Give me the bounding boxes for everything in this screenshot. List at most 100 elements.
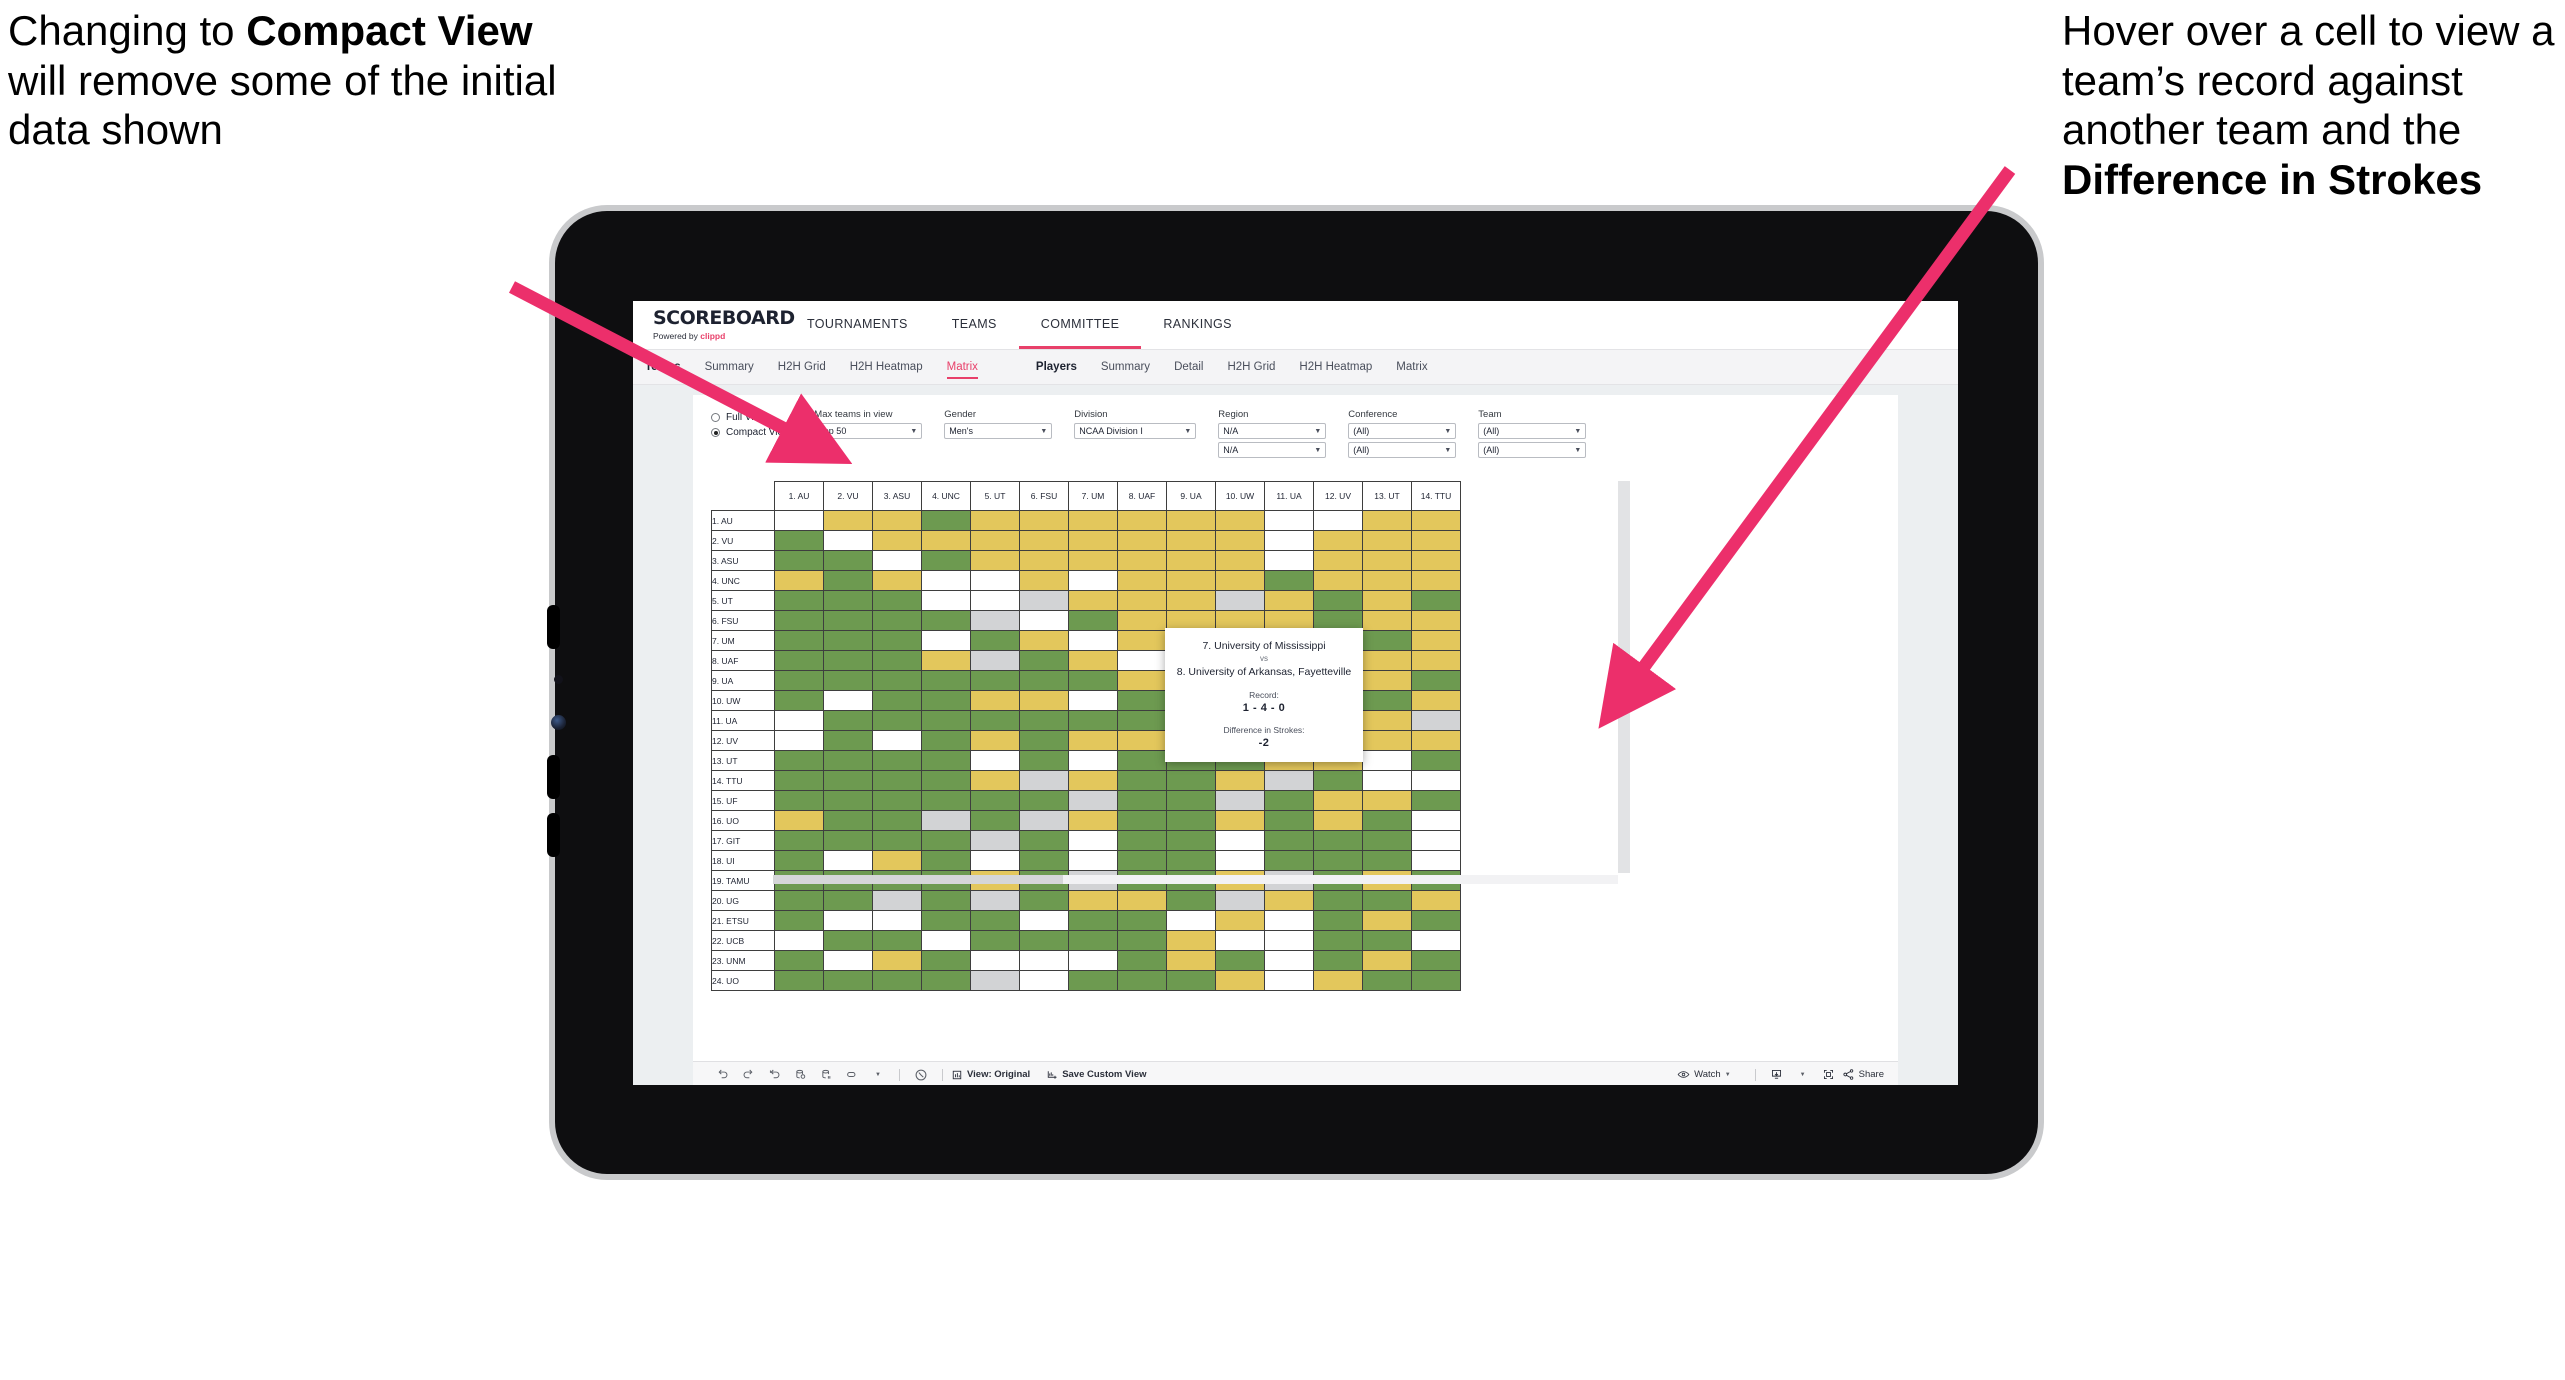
matrix-cell[interactable] <box>1411 810 1461 831</box>
matrix-cell[interactable] <box>774 950 824 971</box>
pause-data-icon[interactable] <box>813 1062 839 1086</box>
matrix-cell[interactable] <box>1362 730 1412 751</box>
matrix-cell[interactable] <box>1117 710 1167 731</box>
matrix-cell[interactable] <box>1264 850 1314 871</box>
matrix-cell[interactable] <box>970 810 1020 831</box>
matrix-cell[interactable] <box>1019 530 1069 551</box>
matrix-cell[interactable] <box>823 930 873 951</box>
matrix-cell[interactable] <box>1411 690 1461 711</box>
matrix-cell[interactable] <box>1215 510 1265 531</box>
matrix-cell[interactable] <box>1264 910 1314 931</box>
matrix-cell[interactable] <box>1264 790 1314 811</box>
matrix-cell[interactable] <box>1215 950 1265 971</box>
matrix-cell[interactable] <box>1313 890 1363 911</box>
matrix-cell[interactable] <box>1411 770 1461 791</box>
subnav-players-summary[interactable]: Summary <box>1089 350 1162 384</box>
matrix-cell[interactable] <box>921 670 971 691</box>
matrix-cell[interactable] <box>970 770 1020 791</box>
matrix-cell[interactable] <box>1068 790 1118 811</box>
matrix-cell[interactable] <box>921 650 971 671</box>
share-button[interactable]: Share <box>1842 1068 1884 1081</box>
matrix-cell[interactable] <box>774 610 824 631</box>
matrix-cell[interactable] <box>774 850 824 871</box>
matrix-cell[interactable] <box>1019 790 1069 811</box>
fullscreen-icon[interactable] <box>1816 1062 1842 1086</box>
matrix-cell[interactable] <box>774 650 824 671</box>
matrix-cell[interactable] <box>872 850 922 871</box>
matrix-cell[interactable] <box>1362 690 1412 711</box>
matrix-cell[interactable] <box>1411 730 1461 751</box>
matrix-cell[interactable] <box>970 630 1020 651</box>
matrix-cell[interactable] <box>774 750 824 771</box>
matrix-cell[interactable] <box>774 690 824 711</box>
matrix-cell[interactable] <box>921 630 971 651</box>
matrix-cell[interactable] <box>1019 550 1069 571</box>
matrix-cell[interactable] <box>1313 850 1363 871</box>
matrix-cell[interactable] <box>970 750 1020 771</box>
matrix-cell[interactable] <box>1117 530 1167 551</box>
matrix-cell[interactable] <box>872 670 922 691</box>
matrix-cell[interactable] <box>1068 850 1118 871</box>
matrix-cell[interactable] <box>1019 750 1069 771</box>
refresh-data-icon[interactable] <box>787 1062 813 1086</box>
matrix-cell[interactable] <box>1166 770 1216 791</box>
matrix-cell[interactable] <box>970 930 1020 951</box>
matrix-cell[interactable] <box>1068 610 1118 631</box>
matrix-cell[interactable] <box>1166 790 1216 811</box>
matrix-cell[interactable] <box>872 830 922 851</box>
matrix-cell[interactable] <box>921 730 971 751</box>
matrix-cell[interactable] <box>1411 590 1461 611</box>
matrix-cell[interactable] <box>823 950 873 971</box>
matrix-cell[interactable] <box>1215 850 1265 871</box>
power-button[interactable] <box>547 813 560 857</box>
watch-button[interactable]: Watch ▼ <box>1677 1068 1731 1081</box>
undo-icon[interactable] <box>709 1062 735 1086</box>
matrix-cell[interactable] <box>1166 530 1216 551</box>
matrix-cell[interactable] <box>872 570 922 591</box>
matrix-cell[interactable] <box>1362 750 1412 771</box>
matrix-cell[interactable] <box>774 570 824 591</box>
matrix-cell[interactable] <box>1264 890 1314 911</box>
matrix-cell[interactable] <box>1264 810 1314 831</box>
matrix-cell[interactable] <box>1362 570 1412 591</box>
matrix-cell[interactable] <box>921 690 971 711</box>
matrix-cell[interactable] <box>1313 790 1363 811</box>
chevron-down-icon[interactable]: ▼ <box>865 1062 891 1086</box>
matrix-cell[interactable] <box>823 650 873 671</box>
matrix-cell[interactable] <box>823 730 873 751</box>
matrix-cell[interactable] <box>1068 510 1118 531</box>
matrix-cell[interactable] <box>872 750 922 771</box>
matrix-cell[interactable] <box>1068 570 1118 591</box>
matrix-cell[interactable] <box>823 810 873 831</box>
matrix-cell[interactable] <box>1019 570 1069 591</box>
matrix-cell[interactable] <box>1313 550 1363 571</box>
matrix-cell[interactable] <box>774 830 824 851</box>
matrix-cell[interactable] <box>1117 770 1167 791</box>
matrix-cell[interactable] <box>1362 590 1412 611</box>
matrix-cell[interactable] <box>970 890 1020 911</box>
matrix-cell[interactable] <box>970 590 1020 611</box>
matrix-cell[interactable] <box>872 650 922 671</box>
matrix-cell[interactable] <box>1313 510 1363 531</box>
matrix-cell[interactable] <box>1362 630 1412 651</box>
filter-team-select-2[interactable]: (All) ▼ <box>1478 442 1587 458</box>
redo-icon[interactable] <box>735 1062 761 1086</box>
matrix-cell[interactable] <box>1411 850 1461 871</box>
matrix-cell[interactable] <box>1166 550 1216 571</box>
matrix-cell[interactable] <box>1264 530 1314 551</box>
matrix-cell[interactable] <box>1362 970 1412 991</box>
matrix-cell[interactable] <box>1117 910 1167 931</box>
matrix-cell[interactable] <box>1019 710 1069 731</box>
matrix-cell[interactable] <box>1215 890 1265 911</box>
matrix-cell[interactable] <box>774 510 824 531</box>
matrix-cell[interactable] <box>1117 730 1167 751</box>
matrix-cell[interactable] <box>921 590 971 611</box>
matrix-cell[interactable] <box>921 810 971 831</box>
matrix-cell[interactable] <box>872 590 922 611</box>
matrix-cell[interactable] <box>921 570 971 591</box>
matrix-cell[interactable] <box>1362 610 1412 631</box>
matrix-cell[interactable] <box>1117 550 1167 571</box>
matrix-cell[interactable] <box>1019 690 1069 711</box>
matrix-cell[interactable] <box>1117 850 1167 871</box>
matrix-cell[interactable] <box>774 910 824 931</box>
